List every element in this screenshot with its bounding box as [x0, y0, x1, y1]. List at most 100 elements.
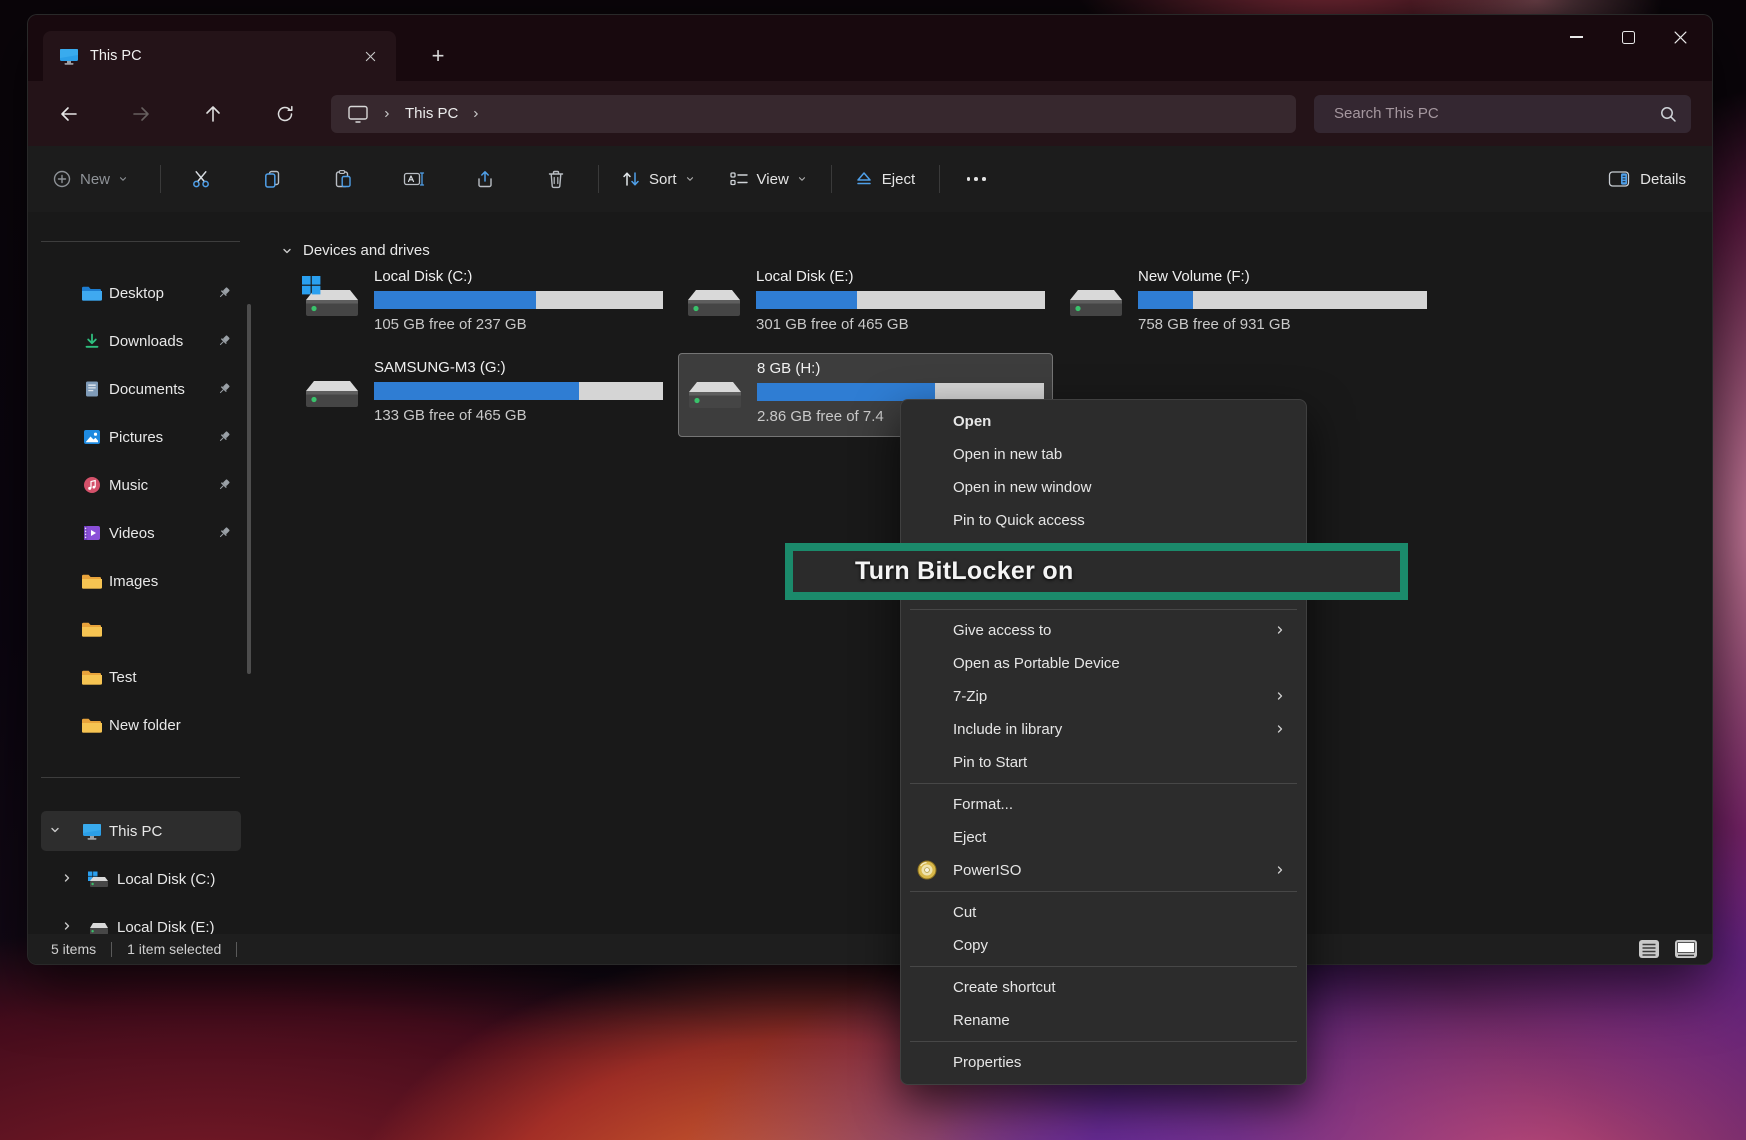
menu-item-properties[interactable]: Properties: [901, 1046, 1306, 1079]
more-options-button[interactable]: [954, 159, 998, 199]
folder-icon: [81, 621, 103, 638]
menu-item-format[interactable]: Format...: [901, 788, 1306, 821]
sort-button[interactable]: Sort: [613, 159, 703, 199]
breadcrumb-chevron-icon[interactable]: [471, 109, 481, 119]
new-button[interactable]: New: [44, 159, 136, 199]
sidebar-pinned-list: Desktop Downloads Documents Pictures Mus: [28, 273, 261, 753]
sidebar-item-unnamed-folder[interactable]: [41, 609, 241, 649]
menu-separator: [910, 891, 1297, 892]
tab-close-icon[interactable]: [356, 42, 384, 70]
section-devices-and-drives[interactable]: Devices and drives: [281, 242, 430, 259]
address-bar[interactable]: This PC: [331, 95, 1296, 133]
sidebar-item-this-pc[interactable]: This PC: [41, 811, 241, 851]
menu-item-pin-to-quick-access[interactable]: Pin to Quick access: [901, 504, 1306, 537]
tab-this-pc[interactable]: This PC: [43, 31, 396, 81]
drive-tile-local-disk-e[interactable]: Local Disk (E:) 301 GB free of 465 GB: [678, 262, 1053, 346]
breadcrumb-chevron-icon[interactable]: [382, 109, 392, 119]
rename-button[interactable]: [392, 159, 436, 199]
toolbar-separator: [939, 165, 940, 193]
menu-item-rename[interactable]: Rename: [901, 1004, 1306, 1037]
sidebar-item-new-folder[interactable]: New folder: [41, 705, 241, 745]
menu-item-copy[interactable]: Copy: [901, 929, 1306, 962]
sidebar-item-test[interactable]: Test: [41, 657, 241, 697]
file-explorer-window: This PC +: [27, 14, 1713, 965]
videos-icon: [81, 525, 103, 541]
chevron-right-icon[interactable]: [61, 872, 73, 884]
scissors-icon: [191, 169, 211, 189]
back-button[interactable]: [49, 96, 89, 132]
plus-circle-icon: [52, 169, 72, 189]
details-pane-button[interactable]: Details: [1598, 159, 1696, 199]
details-pane-icon: [1608, 170, 1630, 188]
sidebar-item-videos[interactable]: Videos: [41, 513, 241, 553]
menu-item-open[interactable]: Open: [901, 405, 1306, 438]
drive-free-space: 133 GB free of 465 GB: [374, 407, 663, 424]
menu-item-7-zip[interactable]: 7-Zip: [901, 680, 1306, 713]
paste-button[interactable]: [321, 159, 365, 199]
capacity-bar: [1138, 291, 1427, 309]
details-view-toggle[interactable]: [1638, 939, 1660, 959]
up-button[interactable]: [193, 96, 233, 132]
bitlocker-highlight-box[interactable]: Turn BitLocker on: [785, 543, 1408, 600]
cut-button[interactable]: [179, 159, 223, 199]
thumbnail-view-toggle[interactable]: [1674, 939, 1698, 959]
menu-item-include-in-library[interactable]: Include in library: [901, 713, 1306, 746]
sort-icon: [621, 170, 641, 188]
menu-item-pin-to-start[interactable]: Pin to Start: [901, 746, 1306, 779]
menu-item-open-as-portable-device[interactable]: Open as Portable Device: [901, 647, 1306, 680]
arrow-right-icon: [131, 104, 151, 124]
eject-button[interactable]: Eject: [846, 159, 923, 199]
close-icon: [1674, 31, 1687, 44]
minimize-button[interactable]: [1550, 19, 1602, 55]
view-list-icon: [729, 171, 749, 187]
drive-tile-local-disk-c[interactable]: Local Disk (C:) 105 GB free of 237 GB: [296, 262, 671, 346]
drive-name: Local Disk (E:): [756, 268, 1045, 285]
sidebar-item-documents[interactable]: Documents: [41, 369, 241, 409]
new-tab-button[interactable]: +: [416, 37, 460, 75]
copy-button[interactable]: [250, 159, 294, 199]
menu-item-create-shortcut[interactable]: Create shortcut: [901, 971, 1306, 1004]
share-button[interactable]: [463, 159, 507, 199]
menu-item-turn-bitlocker-on-label[interactable]: Turn BitLocker on: [855, 557, 1074, 586]
sidebar-item-images[interactable]: Images: [41, 561, 241, 601]
address-monitor-icon: [347, 104, 369, 124]
chevron-down-icon[interactable]: [49, 824, 61, 836]
search-icon[interactable]: [1659, 105, 1677, 123]
search-input[interactable]: [1332, 104, 1659, 123]
hard-drive-icon: [1068, 282, 1124, 322]
navigation-sidebar: Desktop Downloads Documents Pictures Mus: [28, 212, 261, 934]
pin-icon: [217, 334, 231, 348]
forward-button[interactable]: [121, 96, 161, 132]
folder-icon: [81, 573, 103, 590]
toolbar-separator: [598, 165, 599, 193]
rename-icon: [403, 170, 425, 188]
menu-item-eject[interactable]: Eject: [901, 821, 1306, 854]
sidebar-item-local-disk-c[interactable]: Local Disk (C:): [41, 859, 241, 899]
maximize-button[interactable]: [1602, 19, 1654, 55]
search-box[interactable]: [1314, 95, 1691, 133]
sidebar-item-desktop[interactable]: Desktop: [41, 273, 241, 313]
drive-tile-samsung-m3-g[interactable]: SAMSUNG-M3 (G:) 133 GB free of 465 GB: [296, 353, 671, 437]
menu-item-give-access-to[interactable]: Give access to: [901, 614, 1306, 647]
status-bar: 5 items 1 item selected: [28, 934, 1712, 964]
sidebar-item-pictures[interactable]: Pictures: [41, 417, 241, 457]
items-count: 5 items: [51, 941, 96, 957]
view-button[interactable]: View: [721, 159, 815, 199]
menu-separator: [910, 966, 1297, 967]
drive-tile-new-volume-f[interactable]: New Volume (F:) 758 GB free of 931 GB: [1060, 262, 1435, 346]
delete-button[interactable]: [534, 159, 578, 199]
menu-item-open-in-new-window[interactable]: Open in new window: [901, 471, 1306, 504]
this-pc-monitor-icon: [59, 47, 79, 65]
sidebar-scrollbar[interactable]: [247, 304, 251, 674]
command-toolbar: New Sort View: [28, 146, 1712, 212]
menu-item-open-in-new-tab[interactable]: Open in new tab: [901, 438, 1306, 471]
menu-item-cut[interactable]: Cut: [901, 896, 1306, 929]
chevron-right-icon[interactable]: [61, 920, 73, 932]
refresh-button[interactable]: [265, 96, 305, 132]
share-icon: [475, 169, 495, 189]
menu-item-poweriso[interactable]: PowerISO: [901, 854, 1306, 887]
breadcrumb-this-pc[interactable]: This PC: [405, 105, 458, 122]
sidebar-item-music[interactable]: Music: [41, 465, 241, 505]
sidebar-item-downloads[interactable]: Downloads: [41, 321, 241, 361]
close-button[interactable]: [1654, 19, 1706, 55]
